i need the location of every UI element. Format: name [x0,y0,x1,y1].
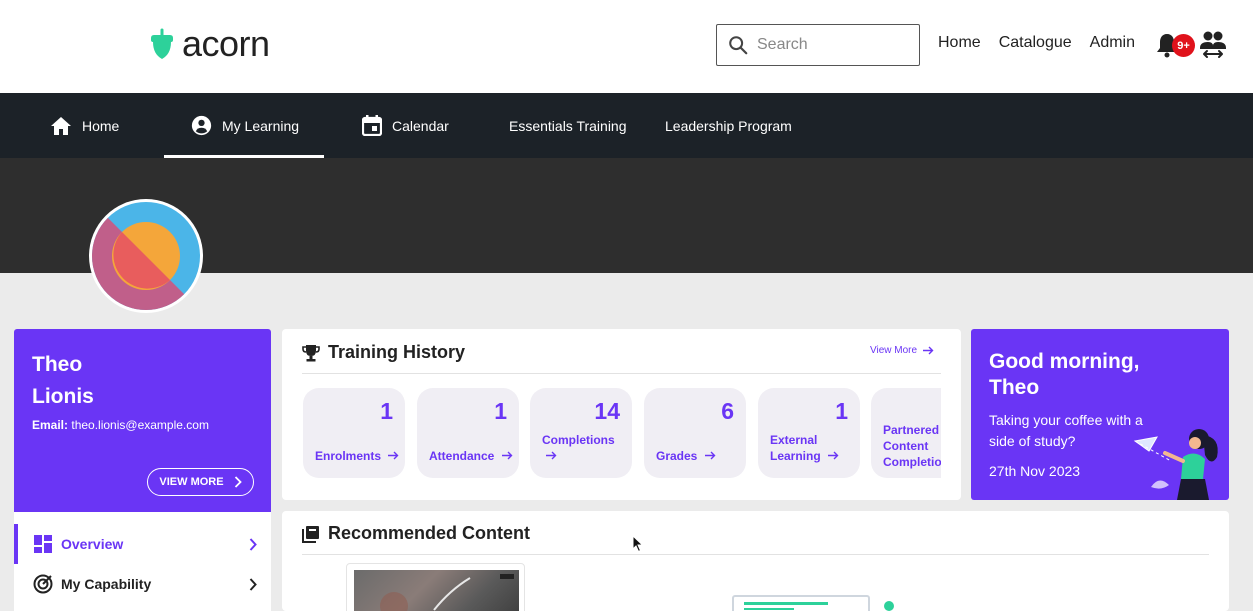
thumbnail-image [380,574,514,611]
stat-completions[interactable]: 14 Completions [530,388,632,478]
stat-label: Attendance [429,448,513,464]
top-link-admin[interactable]: Admin [1090,34,1135,52]
card-divider [302,554,1209,555]
email-value: theo.lionis@example.com [71,418,209,432]
nav-item-leadership-program[interactable]: Leadership Program [665,93,792,158]
avatar-image [92,202,200,310]
greeting-card: Good morning, Theo Taking your coffee wi… [971,329,1229,500]
side-item-label: Overview [61,536,124,552]
stat-external-learning[interactable]: 1 External Learning [758,388,860,478]
nav-item-label: Home [82,117,120,134]
stat-label: Partnered Content Completions [883,423,941,469]
nav-item-essentials-training[interactable]: Essentials Training [509,93,627,158]
nav-item-my-learning[interactable]: My Learning [191,93,299,158]
greeting-title: Good morning, Theo [989,350,1140,399]
training-history-title: Training History [302,342,465,363]
card-title-text: Recommended Content [328,523,531,543]
nav-item-label: Calendar [392,117,449,134]
profile-first-name: Theo [32,353,83,376]
recommended-title: Recommended Content [302,523,530,544]
stat-value: 1 [835,398,848,424]
nav-item-label: Leadership Program [665,117,792,134]
top-link-home[interactable]: Home [938,34,981,52]
account-circle-icon [191,115,212,136]
profile-card: Theo Lionis Email: theo.lionis@example.c… [14,329,271,512]
top-link-catalogue[interactable]: Catalogue [999,34,1072,52]
stat-label: External Learning [770,432,839,464]
top-header: acorn Home Catalogue Admin 9+ [0,0,1253,93]
recommended-item[interactable] [346,563,525,611]
arrow-right-icon [828,451,839,460]
training-history-card: Training History View More 1 Enrolments … [282,329,961,500]
side-active-indicator [14,524,18,564]
avatar[interactable] [89,199,203,313]
card-divider [302,373,941,374]
logo-text: acorn [182,23,270,64]
calendar-icon [362,115,382,136]
side-item-my-capability[interactable]: My Capability [14,564,271,604]
search-icon [729,36,748,55]
recommended-illustration [732,595,894,611]
stat-label: Enrolments [315,448,399,464]
switch-user-icon[interactable] [1199,30,1227,60]
nav-item-calendar[interactable]: Calendar [362,93,449,158]
greeting-date: 27th Nov 2023 [989,463,1081,479]
home-icon [51,116,71,135]
nav-item-label: My Learning [222,117,300,134]
stats-row: 1 Enrolments 1 Attendance 14 Completions… [303,388,941,479]
chevron-right-icon [249,577,257,591]
chevron-right-icon [234,476,242,488]
stat-attendance[interactable]: 1 Attendance [417,388,519,478]
arrow-right-icon [704,451,716,460]
profile-name: Theo Lionis [32,349,232,413]
library-icon [302,525,319,543]
side-menu: Overview My Capability [14,512,271,611]
view-more-text: View More [870,345,918,356]
stat-label: Completions [542,432,632,464]
recommended-content-card: Recommended Content [282,511,1229,611]
main-nav: Home My Learning Calendar Essentials Tra… [0,93,1253,158]
side-item-overview[interactable]: Overview [14,524,271,564]
training-view-more-link[interactable]: View More [870,345,934,356]
arrow-right-icon [923,346,934,355]
acorn-icon [151,28,173,59]
dashboard-icon [34,535,52,553]
stat-value: 1 [494,398,507,424]
chevron-right-icon [249,537,257,551]
view-more-label: VIEW MORE [159,476,224,488]
search-box[interactable] [716,24,920,66]
notification-badge: 9+ [1172,34,1195,57]
paper-plane-illustration [1133,429,1218,500]
card-title-text: Training History [328,342,466,362]
arrow-right-icon [501,451,513,460]
recommended-thumbnail [354,570,519,611]
target-icon [33,574,53,594]
profile-email: Email: theo.lionis@example.com [32,418,209,432]
mouse-cursor-icon [632,535,644,553]
top-links: Home Catalogue Admin [938,34,1135,52]
profile-view-more-button[interactable]: VIEW MORE [147,468,254,496]
nav-item-label: Essentials Training [509,117,627,134]
stat-value: 6 [721,398,734,424]
arrow-right-icon [388,451,399,460]
email-label: Email: [32,418,69,432]
stat-value: 1 [380,398,393,424]
nav-item-home[interactable]: Home [50,93,119,158]
search-input[interactable] [757,36,907,54]
stat-value: 14 [594,398,620,424]
stat-grades[interactable]: 6 Grades [644,388,746,478]
side-item-label: My Capability [61,576,152,592]
stat-partnered-content-completions[interactable]: Partnered Content Completions [871,388,941,478]
trophy-icon [302,344,320,361]
stat-label: Grades [656,448,716,464]
arrow-right-icon [546,451,557,460]
stat-enrolments[interactable]: 1 Enrolments [303,388,405,478]
profile-last-name: Lionis [32,385,94,408]
acorn-logo[interactable]: acorn [148,26,270,62]
